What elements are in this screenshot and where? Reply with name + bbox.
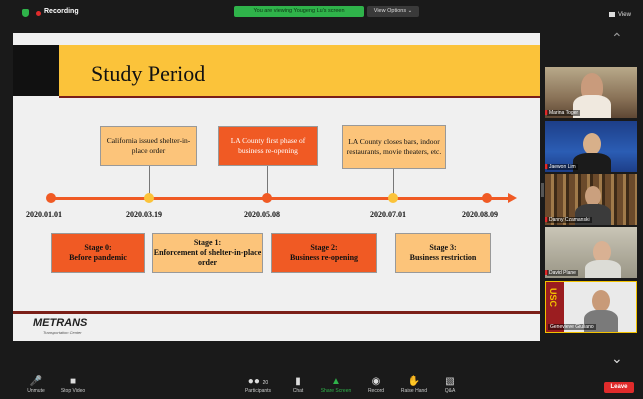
viewing-screen-banner: You are viewing Yougeng Lu's screen (234, 6, 364, 17)
stage-box-2: Stage 2: Business re-opening (271, 233, 377, 273)
chat-icon: ▮ (295, 376, 301, 387)
participants-label: Participants (244, 388, 272, 394)
leave-button[interactable]: Leave (604, 382, 634, 393)
stop-video-label: Stop Video (60, 388, 86, 394)
stage-title: Stage 3: (429, 243, 457, 252)
timeline-dot (46, 193, 56, 203)
stage-title: Stage 2: (310, 243, 338, 252)
stage-desc: Before pandemic (69, 253, 127, 262)
stage-title: Stage 1: (193, 238, 222, 247)
timeline-date: 2020.03.19 (126, 210, 162, 219)
chat-button[interactable]: ▮ Chat (288, 375, 308, 394)
avatar (585, 186, 601, 206)
timeline-date: 2020.08.09 (462, 210, 498, 219)
record-button[interactable]: ◉ Record (364, 375, 388, 394)
video-tile[interactable]: David Plane (545, 227, 637, 278)
video-tile-active-speaker[interactable]: USC Genevieve Giuliano (545, 281, 637, 333)
stage-title: Stage 0: (84, 243, 112, 252)
video-camera-icon: ■ (69, 376, 77, 387)
shoulders (573, 153, 611, 172)
title-underline (59, 96, 540, 98)
stage-desc: Business restriction (409, 253, 477, 262)
avatar (592, 290, 610, 312)
event-box-shelter: California issued shelter-in-place order (100, 126, 197, 166)
top-bar: Recording You are viewing Yougeng Lu's s… (0, 0, 643, 26)
share-screen-label: Share Screen (320, 388, 352, 394)
participant-name: David Plane (547, 270, 578, 276)
record-icon: ◉ (371, 376, 381, 387)
timeline-arrowhead (508, 193, 517, 203)
share-screen-icon: ▲ (331, 376, 341, 387)
view-button-label: View (618, 12, 631, 19)
stage-box-0: Stage 0: Before pandemic (51, 233, 145, 273)
chevron-down-icon[interactable]: ⌄ (611, 350, 623, 367)
timeline-date: 2020.05.08 (244, 210, 280, 219)
timeline-date: 2020.07.01 (370, 210, 406, 219)
metrans-logo: METRANS (33, 317, 88, 329)
participants-count: 20 (262, 380, 269, 386)
metrans-logo-subtitle: Transportation Center (43, 330, 82, 335)
record-label: Record (367, 388, 385, 394)
stop-video-button[interactable]: ■ Stop Video (56, 375, 90, 394)
qa-icon: ▧ (445, 376, 455, 387)
mic-muted-icon: 🎤 (29, 376, 43, 387)
timeline-arrow (50, 197, 510, 200)
raise-hand-button[interactable]: ✋ Raise Hand (397, 375, 431, 394)
raise-hand-icon: ✋ (407, 376, 421, 387)
qa-button[interactable]: ▧ Q&A (440, 375, 460, 394)
video-tile[interactable]: Marina Toger (545, 67, 637, 118)
participant-name: Jaewon Lim (547, 164, 578, 170)
view-options-button[interactable]: View Options ⌄ (367, 6, 419, 17)
raise-hand-label: Raise Hand (400, 388, 428, 394)
timeline-dot (144, 193, 154, 203)
slide-corner-block (13, 45, 59, 96)
usc-logo: USC (548, 288, 558, 308)
stage-box-1: Stage 1: Enforcement of shelter-in-place… (152, 233, 263, 273)
footer-band (13, 311, 540, 314)
timeline-date: 2020.01.01 (26, 210, 62, 219)
participant-name: Danny Czamanski (547, 217, 592, 223)
unmute-button[interactable]: 🎤 Unmute (22, 375, 50, 394)
stage-desc: Enforcement of shelter-in-place order (153, 248, 262, 267)
timeline-dot (262, 193, 272, 203)
unmute-label: Unmute (27, 388, 45, 394)
shared-slide: Study Period California issued shelter-i… (13, 33, 540, 341)
recording-label: Recording (44, 8, 79, 15)
chat-label: Chat (292, 388, 304, 394)
share-screen-button[interactable]: ▲ Share Screen (318, 375, 354, 394)
video-tile[interactable]: Jaewon Lim (545, 121, 637, 172)
timeline-dot (388, 193, 398, 203)
timeline-dot (482, 193, 492, 203)
avatar (583, 133, 601, 155)
recording-dot-icon (36, 11, 41, 16)
sidebar-resize-handle[interactable] (541, 183, 544, 197)
participant-name: Genevieve Giuliano (548, 324, 596, 330)
participants-button[interactable]: ●● 20 Participants (238, 375, 278, 394)
stage-box-3: Stage 3: Business restriction (395, 233, 491, 273)
grid-view-icon (609, 12, 615, 17)
video-tile[interactable]: Danny Czamanski (545, 174, 637, 225)
stage-desc: Business re-opening (289, 253, 359, 262)
event-box-closes-bars: LA County closes bars, indoor restaurant… (342, 125, 446, 169)
slide-title: Study Period (91, 61, 206, 86)
qa-label: Q&A (444, 388, 456, 394)
event-box-reopening: LA County first phase of business re-ope… (218, 126, 318, 166)
participants-icon: ●● 20 (247, 376, 269, 387)
security-shield-icon[interactable] (22, 9, 29, 17)
view-button[interactable]: View (609, 12, 631, 18)
shoulders (585, 260, 621, 278)
meeting-toolbar: 🎤 Unmute ■ Stop Video ●● 20 Participants… (0, 375, 643, 399)
participant-name: Marina Toger (547, 110, 581, 116)
chevron-up-icon[interactable]: ⌃ (611, 30, 623, 47)
